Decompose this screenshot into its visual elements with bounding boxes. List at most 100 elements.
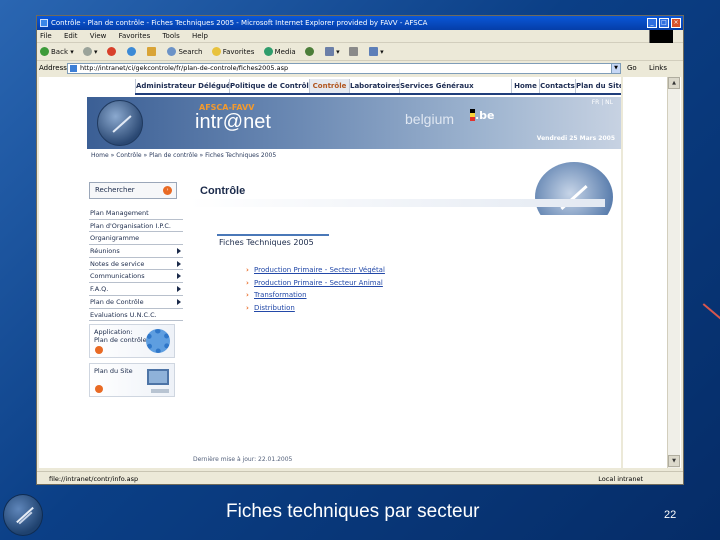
sidebar-item-evaluations[interactable]: Evaluations U.N.C.C. [89, 309, 183, 322]
zone-label: Local intranet [598, 475, 643, 483]
back-arrow-icon [40, 47, 49, 56]
nav-home[interactable]: Home [511, 79, 539, 93]
link-transformation[interactable]: Transformation [246, 289, 385, 302]
search-go-icon[interactable]: › [163, 186, 172, 195]
window-title: Contrôle - Plan de contrôle - Fiches Tec… [51, 19, 428, 27]
title-bar: Contrôle - Plan de contrôle - Fiches Tec… [37, 16, 683, 30]
application-tile-label: Application: Plan de contrôle [94, 328, 147, 344]
sidebar-item-organigramme[interactable]: Organigramme [89, 232, 183, 246]
nav-services[interactable]: Services Généraux [399, 79, 474, 93]
scrollbar-area: ▲ ▼ [623, 77, 681, 468]
breadcrumb[interactable]: Home » Contrôle » Plan de contrôle » Fic… [91, 152, 276, 159]
menu-view[interactable]: View [90, 32, 107, 40]
orange-dot-icon [95, 385, 103, 393]
language-switch[interactable]: FR | NL [592, 99, 613, 106]
forward-button[interactable]: ▾ [82, 43, 98, 60]
print-button[interactable] [348, 43, 360, 60]
chevron-right-icon [177, 286, 181, 293]
link-vegetal[interactable]: Production Primaire - Secteur Végétal [246, 264, 385, 277]
vertical-scrollbar[interactable]: ▲ ▼ [667, 77, 680, 468]
forward-arrow-icon [82, 47, 92, 56]
slide-decoration-line [702, 303, 720, 323]
menu-edit[interactable]: Edit [64, 32, 78, 40]
sitemap-tile[interactable]: Plan du Site [89, 363, 175, 397]
nav-laboratoires[interactable]: Laboratoires [349, 79, 400, 93]
current-date: Vendredi 25 Mars 2005 [536, 135, 615, 142]
page-icon [70, 65, 77, 72]
history-button[interactable] [304, 43, 316, 60]
status-text: file://intranet/contr/info.asp [49, 475, 139, 483]
sidebar-item-plan-management[interactable]: Plan Management [89, 207, 183, 220]
belgium-label: belgium [405, 111, 455, 127]
header-band [189, 199, 605, 207]
nav-contacts[interactable]: Contacts [539, 79, 575, 93]
home-icon [147, 47, 157, 56]
browser-window: Contrôle - Plan de contrôle - Fiches Tec… [36, 15, 684, 485]
maximize-button[interactable]: □ [659, 18, 669, 28]
menu-help[interactable]: Help [192, 32, 208, 40]
search-button[interactable]: Search [167, 43, 203, 60]
sidebar-item-notes[interactable]: Notes de service [89, 258, 183, 271]
web-page: Administrateur Délégué Politique de Cont… [39, 77, 621, 468]
nav-plan-du-site[interactable]: Plan du Site [575, 79, 621, 93]
close-button[interactable]: × [671, 18, 681, 28]
stop-icon [106, 47, 116, 56]
address-dropdown-button[interactable]: ▼ [611, 63, 621, 74]
refresh-button[interactable] [126, 43, 138, 60]
orange-dot-icon [95, 346, 103, 354]
link-distribution[interactable]: Distribution [246, 302, 385, 315]
go-button[interactable]: Go [627, 61, 637, 76]
nav-politique[interactable]: Politique de Contrôle [229, 79, 314, 93]
sidebar-item-communications[interactable]: Communications [89, 270, 183, 284]
menu-file[interactable]: File [40, 32, 52, 40]
scroll-up-icon[interactable]: ▲ [668, 77, 680, 89]
address-input[interactable]: http://intranet/ci/gekcontrole/fr/plan-d… [67, 63, 621, 74]
menu-favorites[interactable]: Favorites [119, 32, 151, 40]
history-icon [304, 47, 314, 56]
sidebar-item-plan-organisation[interactable]: Plan d'Organisation I.P.C. [89, 220, 183, 233]
sitemap-tile-label: Plan du Site [94, 367, 133, 375]
mail-button[interactable]: ▾ [325, 43, 340, 60]
nav-administrateur[interactable]: Administrateur Délégué [135, 79, 231, 93]
search-icon [167, 47, 177, 56]
sidebar-menu: Plan Management Plan d'Organisation I.P.… [89, 207, 183, 322]
minimize-button[interactable]: _ [647, 18, 657, 28]
ie-icon [40, 19, 48, 27]
link-animal[interactable]: Production Primaire - Secteur Animal [246, 277, 385, 290]
edit-button[interactable]: ▾ [369, 43, 384, 60]
home-button[interactable] [147, 43, 158, 60]
be-label: .be [475, 109, 495, 122]
intranet-brand: intr@net [195, 111, 271, 133]
gear-icon [146, 329, 170, 353]
edit-icon [369, 47, 379, 56]
links-button[interactable]: Links [649, 61, 667, 76]
sidebar-item-faq[interactable]: F.A.Q. [89, 283, 183, 296]
sidebar-item-reunions[interactable]: Réunions [89, 245, 183, 258]
nav-underline [135, 93, 621, 95]
site-banner: FR | NL AFSCA-FAVV intr@net belgium .be … [87, 97, 621, 149]
menu-tools[interactable]: Tools [162, 32, 179, 40]
menu-bar: File Edit View Favorites Tools Help [37, 30, 683, 43]
scroll-down-icon[interactable]: ▼ [668, 455, 680, 467]
section-title: Fiches Techniques 2005 [219, 238, 314, 247]
media-button[interactable]: Media [263, 43, 296, 60]
address-value: http://intranet/ci/gekcontrole/fr/plan-d… [80, 64, 289, 72]
slide-caption: Fiches techniques par secteur [226, 501, 480, 522]
stop-button[interactable] [106, 43, 118, 60]
chevron-right-icon [177, 273, 181, 280]
sidebar-item-plan-controle[interactable]: Plan de Contrôle [89, 296, 183, 309]
page-title: Contrôle [200, 185, 246, 197]
application-tile[interactable]: Application: Plan de contrôle [89, 324, 175, 358]
status-bar: file://intranet/contr/info.asp Local int… [37, 471, 683, 484]
back-button[interactable]: Back ▾ [40, 43, 74, 60]
section-divider [217, 234, 329, 236]
last-update: Dernière mise à jour: 22.01.2005 [193, 456, 293, 463]
afsca-logo-icon [97, 100, 143, 146]
chevron-right-icon [177, 260, 181, 267]
chevron-right-icon [177, 248, 181, 255]
refresh-icon [126, 47, 136, 56]
nav-controle[interactable]: Contrôle [309, 79, 349, 93]
search-button[interactable]: Rechercher › [89, 182, 177, 199]
favorites-button[interactable]: Favorites [211, 43, 254, 60]
media-icon [263, 47, 273, 56]
